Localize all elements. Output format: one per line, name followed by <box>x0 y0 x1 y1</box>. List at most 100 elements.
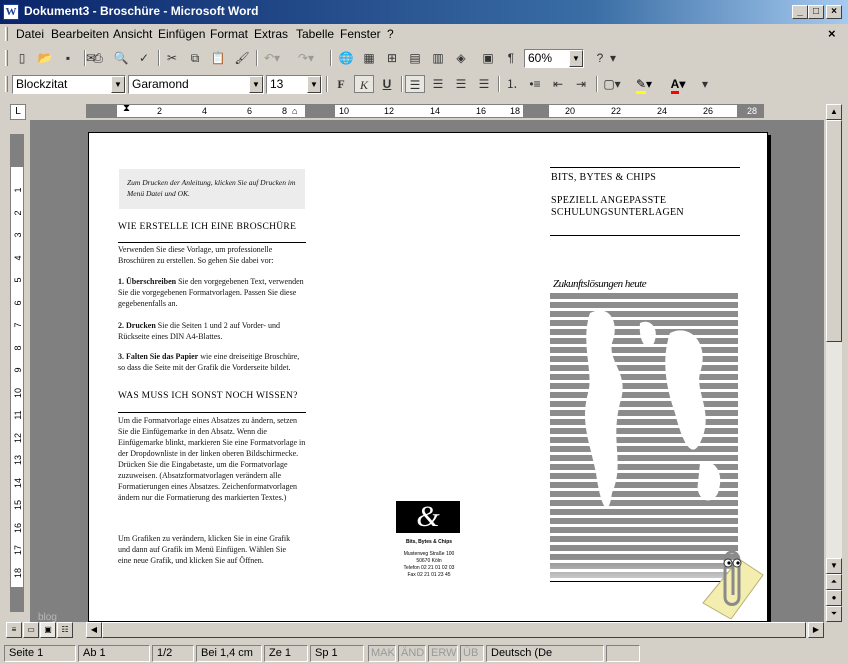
drawing-icon[interactable]: ◈ <box>451 49 471 67</box>
menubar-grip[interactable] <box>5 27 8 41</box>
document-close-icon[interactable]: × <box>828 26 836 41</box>
graphics-paragraph[interactable]: Um Grafiken zu verändern, klicken Sie in… <box>118 533 298 566</box>
redo-icon[interactable]: ↷▾ <box>296 49 316 67</box>
company-name[interactable]: Bits, Bytes & Chips <box>379 539 479 545</box>
heading-what-else[interactable]: WAS MUSS ICH SONST NOCH WISSEN? <box>118 391 298 401</box>
indent-marker-icon[interactable]: ⧗ <box>123 103 130 114</box>
zoom-select[interactable]: 60% ▼ <box>524 49 584 68</box>
new-document-icon[interactable]: ▯ <box>12 49 32 67</box>
status-extend[interactable]: ERW <box>428 645 458 662</box>
scroll-left-icon[interactable]: ◀ <box>86 622 102 638</box>
cut-icon[interactable]: ✂ <box>162 49 182 67</box>
menu-einfuegen[interactable]: Einfügen <box>158 27 205 41</box>
status-track-changes[interactable]: ÄND <box>398 645 426 662</box>
font-size-select[interactable]: 13 ▼ <box>266 75 322 94</box>
open-folder-icon[interactable]: 📂 <box>35 49 55 67</box>
menu-format[interactable]: Format <box>210 27 248 41</box>
print-layout-icon[interactable]: ▣ <box>40 622 56 638</box>
scroll-down-icon[interactable]: ▼ <box>826 558 842 574</box>
menu-datei[interactable]: Datei <box>16 27 44 41</box>
copy-icon[interactable]: ⧉ <box>185 49 205 67</box>
document-workspace[interactable]: Zum Drucken der Anleitung, klicken Sie a… <box>30 120 824 622</box>
step-1[interactable]: 1. Überschreiben Sie den vorgegebenen Te… <box>118 276 308 309</box>
title-bar[interactable]: W Dokument3 - Broschüre - Microsoft Word… <box>0 0 848 24</box>
status-section[interactable]: Ab 1 <box>78 645 150 662</box>
align-center-icon[interactable]: ☰ <box>428 75 448 93</box>
vertical-ruler[interactable]: 1 2 3 4 5 6 7 8 9 10 11 12 13 14 15 16 17 18 <box>10 134 24 612</box>
style-select[interactable]: Blockzitat ▼ <box>12 75 126 94</box>
insert-excel-icon[interactable]: ▤ <box>405 49 425 67</box>
highlight-icon[interactable]: ✎▾ <box>634 75 654 94</box>
menu-bearbeiten[interactable]: Bearbeiten <box>51 27 109 41</box>
toolbar-grip[interactable] <box>5 50 8 66</box>
align-right-icon[interactable]: ☰ <box>451 75 471 93</box>
tables-borders-icon[interactable]: ▦ <box>359 49 379 67</box>
styles-paragraph[interactable]: Um die Formatvorlage eines Absatzes zu ä… <box>118 415 308 503</box>
close-button[interactable]: × <box>826 5 842 19</box>
columns-icon[interactable]: ▥ <box>428 49 448 67</box>
print-icon[interactable]: ⎙ <box>88 49 108 67</box>
step-3[interactable]: 3. Falten Sie das Papier wie eine dreise… <box>118 351 308 373</box>
previous-page-icon[interactable]: ⏶ <box>826 574 842 590</box>
spelling-icon[interactable]: ✓ <box>134 49 154 67</box>
hyperlink-icon[interactable]: 🌐 <box>336 49 356 67</box>
company-logo[interactable]: & <box>396 501 460 533</box>
chevron-down-icon[interactable]: ▼ <box>307 76 321 93</box>
help-icon[interactable]: ? <box>590 49 610 67</box>
world-map-graphic[interactable] <box>550 293 738 581</box>
browse-object-icon[interactable]: ● <box>826 590 842 606</box>
outline-view-icon[interactable]: ☷ <box>57 622 73 638</box>
font-color-icon[interactable]: A▾ <box>668 75 688 94</box>
menu-fenster[interactable]: Fenster <box>340 27 381 41</box>
status-position[interactable]: Bei 1,4 cm <box>196 645 262 662</box>
borders-icon[interactable]: ▢▾ <box>602 75 622 93</box>
decrease-indent-icon[interactable]: ⇤ <box>548 75 568 93</box>
status-line[interactable]: Ze 1 <box>264 645 308 662</box>
brochure-tagline[interactable]: Zukunftslösungen heute <box>553 278 647 290</box>
document-page[interactable]: Zum Drucken der Anleitung, klicken Sie a… <box>88 132 768 622</box>
insert-table-icon[interactable]: ⊞ <box>382 49 402 67</box>
chevron-down-icon[interactable]: ▼ <box>249 76 263 93</box>
menu-extras[interactable]: Extras <box>254 27 288 41</box>
justify-icon[interactable]: ☰ <box>474 75 494 93</box>
minimize-button[interactable]: _ <box>792 5 808 19</box>
numbering-icon[interactable]: ⒈ <box>502 75 522 93</box>
scroll-thumb[interactable] <box>102 622 806 638</box>
status-overtype[interactable]: ÜB <box>460 645 484 662</box>
status-page-count[interactable]: 1/2 <box>152 645 194 662</box>
maximize-button[interactable]: □ <box>808 5 824 19</box>
horizontal-scrollbar[interactable]: ◀ ▶ <box>86 622 824 638</box>
underline-button[interactable]: U <box>377 75 397 93</box>
italic-button[interactable]: K <box>354 75 374 93</box>
toolbar-options-icon[interactable]: ▾ <box>700 75 710 93</box>
heading-create-brochure[interactable]: WIE ERSTELLE ICH EINE BROSCHÜRE <box>118 222 298 232</box>
paste-icon[interactable]: 📋 <box>208 49 228 67</box>
menu-help[interactable]: ? <box>387 27 394 41</box>
increase-indent-icon[interactable]: ⇥ <box>571 75 591 93</box>
toolbar-options-icon[interactable]: ▾ <box>608 49 618 67</box>
brochure-subtitle[interactable]: SPEZIELL ANGEPASSTE SCHULUNGSUNTERLAGEN <box>551 195 741 219</box>
align-left-icon[interactable]: ☰ <box>405 75 425 93</box>
instruction-note[interactable]: Zum Drucken der Anleitung, klicken Sie a… <box>127 177 299 199</box>
office-assistant-clippy[interactable] <box>695 541 765 620</box>
step-2[interactable]: 2. Drucken Sie die Seiten 1 und 2 auf Vo… <box>118 320 308 342</box>
bullets-icon[interactable]: •≡ <box>525 75 545 93</box>
tab-selector-icon[interactable]: L <box>10 104 26 120</box>
brochure-title[interactable]: BITS, BYTES & CHIPS <box>551 173 741 183</box>
save-icon[interactable]: ▪ <box>58 49 78 67</box>
intro-paragraph[interactable]: Verwenden Sie diese Vorlage, um professi… <box>118 244 308 266</box>
web-layout-icon[interactable]: ▭ <box>23 622 39 638</box>
print-preview-icon[interactable]: 🔍 <box>111 49 131 67</box>
vertical-scrollbar[interactable]: ▲ ▼ ⏶ ● ⏷ <box>826 104 842 622</box>
status-macro-record[interactable]: MAK <box>368 645 396 662</box>
status-column[interactable]: Sp 1 <box>310 645 364 662</box>
scroll-right-icon[interactable]: ▶ <box>808 622 824 638</box>
status-page[interactable]: Seite 1 <box>4 645 76 662</box>
right-indent-marker-icon[interactable]: ⌂ <box>292 106 297 116</box>
company-address[interactable]: Musterweg Straße 100 50670 Köln Telefon … <box>379 551 479 579</box>
toolbar-grip[interactable] <box>5 76 8 92</box>
menu-tabelle[interactable]: Tabelle <box>296 27 334 41</box>
font-select[interactable]: Garamond ▼ <box>128 75 264 94</box>
next-page-icon[interactable]: ⏷ <box>826 606 842 622</box>
status-language[interactable]: Deutsch (De <box>486 645 604 662</box>
